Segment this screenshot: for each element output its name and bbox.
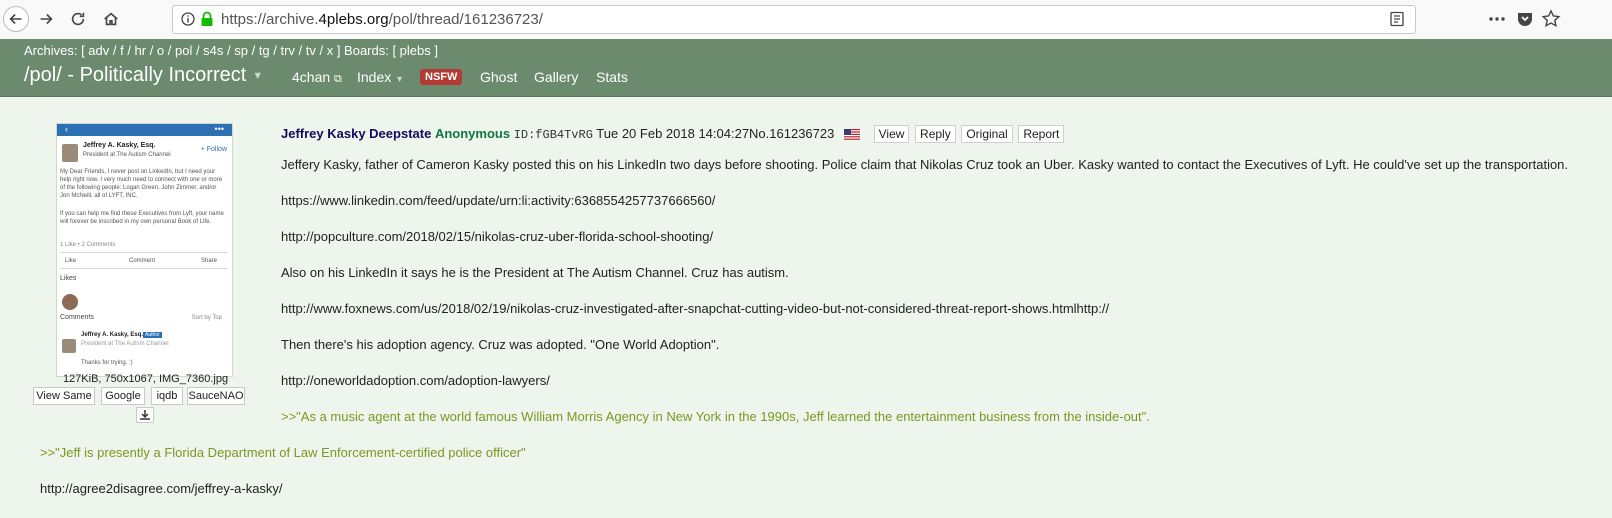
thumbnail-author-badge: Author: [143, 332, 162, 338]
post-link[interactable]: http://agree2disagree.com/jeffrey-a-kask…: [40, 481, 283, 496]
thumbnail-comment-author: Jeffrey A. Kasky, Esq.: [81, 332, 144, 338]
thumbnail-message-2: If you can help me find these Executives…: [60, 211, 224, 225]
bookmark-star-icon[interactable]: [1541, 9, 1561, 29]
avatar: [62, 144, 78, 162]
site-header: Archives: [ adv / f / hr / o / pol / s4s…: [0, 39, 1612, 97]
chevron-down-icon: ▼: [252, 69, 264, 82]
view-button[interactable]: View: [873, 125, 910, 143]
iqdb-search-button[interactable]: iqdb: [151, 387, 183, 405]
reload-icon: [71, 12, 85, 26]
post-link[interactable]: http://www.foxnews.com/us/2018/02/19/nik…: [281, 301, 1109, 316]
archives-line[interactable]: Archives: [ adv / f / hr / o / pol / s4s…: [24, 43, 438, 58]
url-bar[interactable]: https://archive.4plebs.org/pol/thread/16…: [172, 5, 1416, 34]
forward-button[interactable]: [34, 7, 58, 31]
thumbnail-comment-author-title: President at The Autism Channel: [81, 341, 169, 347]
external-link-icon: ⧉: [334, 73, 342, 85]
more-dots-icon: •••: [214, 124, 224, 134]
thumbnail-comment-text: Thanks for trying. :): [81, 360, 133, 366]
post-timestamp: Tue 20 Feb 2018 14:04:27: [596, 126, 750, 141]
nav-index[interactable]: Index ▼: [357, 69, 404, 85]
reload-button[interactable]: [66, 7, 90, 31]
reply-button[interactable]: Reply: [915, 125, 956, 143]
google-search-button[interactable]: Google: [101, 387, 145, 405]
saucenao-search-button[interactable]: SauceNAO: [187, 387, 245, 405]
post-link[interactable]: https://www.linkedin.com/feed/update/urn…: [281, 193, 715, 208]
download-button[interactable]: [136, 407, 154, 423]
greentext-quote: >>"Jeff is presently a Florida Departmen…: [40, 445, 526, 460]
post-text: Also on his LinkedIn it says he is the P…: [281, 265, 789, 280]
post-image-thumbnail[interactable]: ‹ ••• Jeffrey A. Kasky, Esq. President a…: [56, 123, 233, 377]
post-number[interactable]: No.161236723: [749, 126, 834, 141]
post-subject: Jeffrey Kasky Deepstate: [281, 126, 432, 141]
thumbnail-follow: + Follow: [200, 146, 227, 153]
thumbnail-comment: Comment: [129, 258, 156, 264]
back-button[interactable]: [3, 6, 29, 32]
chevron-down-icon: ▼: [395, 74, 405, 84]
thumbnail-sort: Sort by Top: [191, 315, 222, 321]
post-text: Then there's his adoption agency. Cruz w…: [281, 337, 720, 352]
nsfw-badge[interactable]: NSFW: [420, 69, 463, 85]
nav-stats[interactable]: Stats: [596, 69, 628, 85]
post-text: Jeffery Kasky, father of Cameron Kasky p…: [281, 157, 1569, 172]
download-icon: [140, 410, 150, 420]
thumbnail-profile-name: Jeffrey A. Kasky, Esq.: [83, 142, 156, 149]
thumbnail-share: Share: [201, 258, 218, 264]
board-title-text: /pol/ - Politically Incorrect: [24, 64, 247, 86]
view-same-button[interactable]: View Same: [33, 387, 95, 405]
thumbnail-like: Like: [65, 258, 77, 264]
board-title[interactable]: /pol/ - Politically Incorrect ▼: [24, 64, 263, 87]
reader-view-icon[interactable]: [1389, 11, 1405, 27]
post-header: Jeffrey Kasky Deepstate Anonymous ID:fGB…: [281, 125, 1065, 143]
divider: [60, 252, 228, 253]
home-button[interactable]: [99, 7, 123, 31]
back-chevron-icon: ‹: [65, 124, 68, 134]
divider: [60, 268, 228, 269]
original-button[interactable]: Original: [961, 125, 1013, 143]
poster-id[interactable]: ID:fGB4TvRG: [514, 128, 593, 142]
back-arrow-icon: [9, 13, 22, 25]
thumbnail-stats: 1 Like • 2 Comments: [60, 242, 116, 248]
lock-icon[interactable]: [200, 11, 214, 27]
thumbnail-profile-title: President at The Autism Channel: [83, 152, 171, 158]
thumbnail-likes-heading: Likes: [60, 275, 77, 282]
us-flag-icon: [843, 129, 860, 141]
info-icon[interactable]: [181, 12, 195, 26]
poster-name: Anonymous: [434, 126, 511, 141]
post-link[interactable]: http://popculture.com/2018/02/15/nikolas…: [281, 229, 713, 244]
report-button[interactable]: Report: [1018, 125, 1065, 143]
pocket-icon[interactable]: [1515, 9, 1535, 29]
thumbnail-comments-heading: Comments: [60, 314, 94, 321]
nav-ghost[interactable]: Ghost: [480, 69, 517, 85]
home-icon: [104, 12, 118, 26]
greentext-quote: >>"As a music agent at the world famous …: [281, 409, 1150, 424]
post-link[interactable]: http://oneworldadoption.com/adoption-law…: [281, 373, 550, 388]
thumbnail-app-bar: ‹ •••: [57, 124, 232, 136]
nav-4chan[interactable]: 4chan ⧉: [292, 69, 342, 86]
thumbnail-message-1: My Dear Friends, I never post on LinkedI…: [60, 169, 223, 199]
more-actions-icon[interactable]: [1487, 9, 1507, 29]
file-info: 127KiB, 750x1067, IMG_7360.jpg: [62, 373, 229, 385]
nav-gallery[interactable]: Gallery: [534, 69, 578, 85]
avatar: [62, 339, 76, 353]
browser-toolbar: https://archive.4plebs.org/pol/thread/16…: [0, 0, 1612, 40]
avatar: [62, 294, 78, 310]
url-text[interactable]: https://archive.4plebs.org/pol/thread/16…: [221, 11, 543, 28]
forward-arrow-icon: [40, 13, 53, 25]
